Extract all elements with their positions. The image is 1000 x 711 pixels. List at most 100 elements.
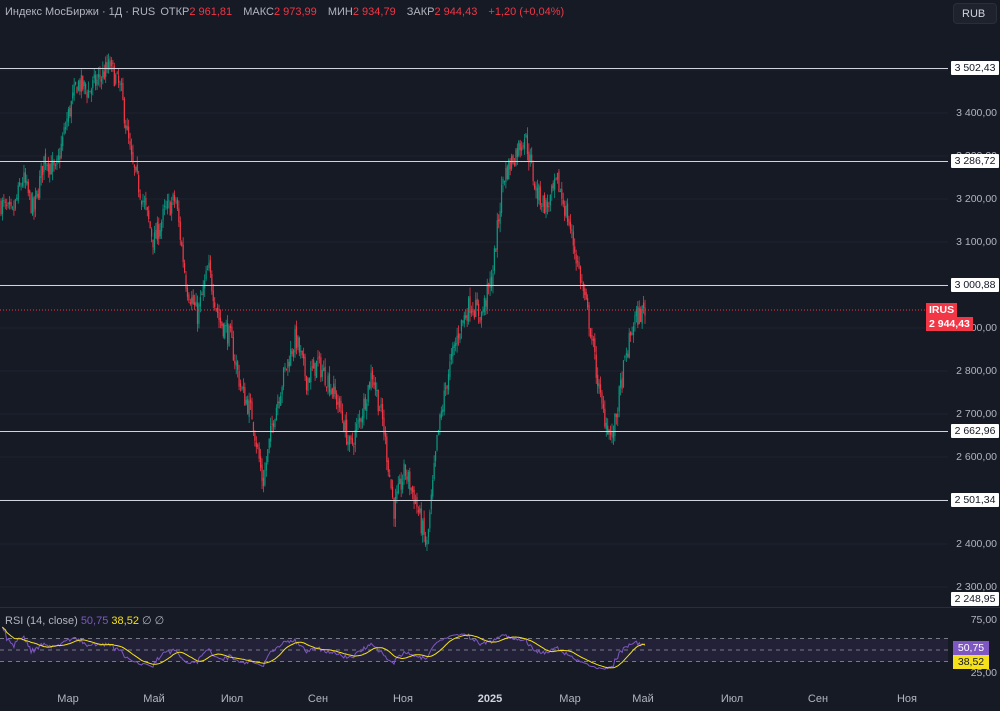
- candle-body: [103, 71, 105, 79]
- candle-body: [393, 497, 395, 519]
- level-price-label: 2 662,96: [951, 424, 999, 438]
- candle-body: [472, 308, 474, 312]
- candle-body: [199, 297, 201, 307]
- candle-body: [482, 310, 484, 314]
- candle-body: [258, 447, 260, 459]
- candle-body: [318, 356, 321, 359]
- candle-body: [4, 201, 6, 204]
- candle-body: [404, 464, 407, 476]
- horizontal-level-line[interactable]: [0, 285, 948, 286]
- candle-body: [556, 172, 559, 180]
- candle-body: [10, 201, 12, 207]
- candle-body: [366, 403, 368, 412]
- candle-body: [386, 436, 388, 462]
- candle-body: [70, 101, 72, 117]
- candle-body: [525, 133, 527, 138]
- candle-body: [380, 404, 382, 408]
- candle-body: [274, 419, 276, 428]
- candle-body: [628, 332, 630, 358]
- candle-body: [641, 305, 643, 324]
- candle-body: [139, 193, 141, 199]
- candle-body: [536, 187, 539, 200]
- candle-body: [267, 449, 269, 462]
- candle-body: [574, 246, 576, 253]
- horizontal-level-line[interactable]: [0, 161, 948, 162]
- candle-body: [278, 401, 280, 404]
- candle-body: [221, 321, 223, 327]
- candle-body: [17, 185, 19, 201]
- candle-body: [579, 266, 582, 283]
- candle-body: [208, 263, 210, 269]
- price-chart[interactable]: [0, 0, 948, 607]
- candle-body: [399, 478, 401, 485]
- candle-body: [373, 382, 375, 386]
- candle-body: [209, 260, 212, 273]
- level-price-label: 3 000,88: [951, 278, 999, 292]
- rsi-legend[interactable]: RSI (14, close) 50,75 38,52 ∅ ∅: [5, 614, 164, 627]
- candle-body: [146, 207, 148, 211]
- candle-body: [153, 232, 156, 251]
- candle-body: [232, 337, 234, 361]
- candle-body: [151, 229, 153, 237]
- candle-body: [241, 387, 243, 390]
- candle-body: [119, 83, 121, 86]
- horizontal-level-line[interactable]: [0, 500, 948, 501]
- candle-body: [159, 230, 161, 237]
- candle-body: [495, 248, 497, 252]
- candle-body: [165, 206, 167, 208]
- candle-body: [364, 397, 366, 410]
- candle-body: [400, 478, 402, 490]
- candle-body: [287, 359, 289, 368]
- currency-button[interactable]: RUB: [953, 3, 997, 24]
- candle-body: [439, 414, 441, 430]
- candle-body: [455, 343, 457, 346]
- candle-body: [202, 285, 204, 295]
- candle-body: [377, 389, 379, 412]
- candle-body: [175, 201, 177, 203]
- candle-body: [551, 185, 553, 193]
- candle-body: [54, 164, 57, 166]
- candle-body: [605, 422, 607, 430]
- candle-body: [361, 415, 364, 423]
- candle-body: [509, 161, 511, 170]
- horizontal-level-line[interactable]: [0, 431, 948, 432]
- candle-body: [138, 174, 140, 193]
- candle-body: [148, 210, 150, 220]
- candle-body: [31, 197, 34, 215]
- candle-body: [248, 400, 250, 417]
- candle-body: [270, 425, 272, 442]
- horizontal-level-line[interactable]: [0, 68, 948, 69]
- candle-body: [485, 300, 487, 307]
- candle-body: [601, 392, 603, 404]
- candle-body: [462, 320, 464, 323]
- candle-body: [341, 410, 343, 421]
- candle-body: [407, 471, 409, 482]
- candle-body: [152, 239, 154, 248]
- candle-body: [618, 386, 620, 412]
- candle-body: [229, 325, 232, 328]
- time-axis-label: Мар: [559, 693, 581, 705]
- candle-body: [118, 75, 120, 83]
- rsi-ma-value: 38,52: [111, 615, 139, 627]
- candle-body: [265, 462, 267, 471]
- candle-body: [83, 81, 85, 87]
- candle-body: [308, 378, 310, 383]
- candle-body: [183, 263, 186, 273]
- candle-body: [9, 201, 11, 205]
- candle-body: [325, 386, 328, 388]
- candle-body: [334, 386, 336, 394]
- candle-body: [314, 362, 316, 376]
- candle-body: [598, 383, 600, 389]
- candle-body: [367, 385, 369, 403]
- candle-body: [14, 199, 16, 209]
- candle-body: [188, 294, 190, 301]
- candle-body: [426, 540, 428, 545]
- candle-body: [228, 325, 230, 347]
- candle-body: [569, 221, 572, 230]
- symbol-title[interactable]: Индекс МосБиржи · 1Д · RUS: [5, 6, 155, 18]
- candle-body: [452, 346, 454, 357]
- candle-body: [227, 323, 229, 344]
- candle-body: [379, 409, 381, 411]
- candle-body: [97, 74, 100, 78]
- candle-body: [85, 83, 87, 90]
